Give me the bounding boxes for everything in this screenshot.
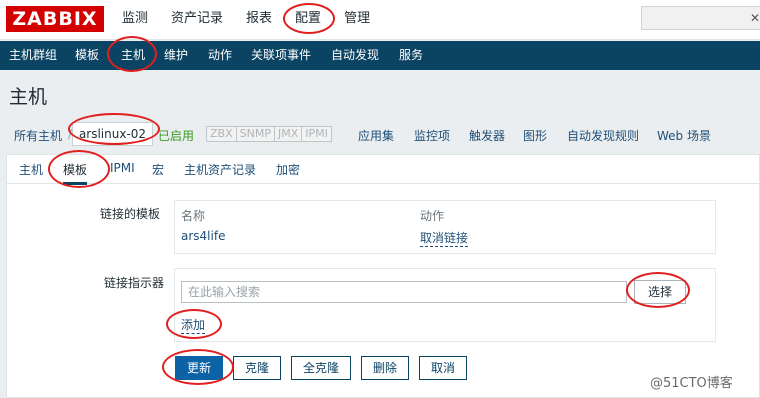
sub-nav-hosts[interactable]: 主机	[121, 41, 145, 70]
cancel-button[interactable]: 取消	[419, 356, 467, 380]
link-applications[interactable]: 应用集	[358, 127, 394, 144]
badge-ipmi: IPMI	[302, 127, 331, 141]
current-host-tab[interactable]: arslinux-02	[72, 122, 153, 146]
badge-jmx: JMX	[274, 127, 303, 141]
top-nav-administration[interactable]: 管理	[344, 0, 370, 40]
sub-nav: 主机群组 模板 主机 维护 动作 关联项事件 自动发现 服务	[0, 41, 760, 70]
host-nav: 所有主机 / arslinux-02 已启用 ZBX SNMP JMX IPMI…	[0, 121, 760, 147]
search-icon[interactable]: ✕	[750, 11, 760, 25]
linked-templates-label: 链接的模板	[100, 207, 161, 221]
delete-button[interactable]: 删除	[361, 356, 409, 380]
sub-nav-host-groups[interactable]: 主机群组	[9, 41, 57, 70]
top-nav-reports[interactable]: 报表	[246, 0, 272, 40]
top-nav-inventory[interactable]: 资产记录	[171, 0, 223, 40]
tab-inventory[interactable]: 主机资产记录	[184, 161, 256, 178]
unlink-button[interactable]: 取消链接	[420, 229, 469, 247]
top-nav: 监测 资产记录 报表 配置 管理	[122, 0, 393, 40]
badge-snmp: SNMP	[236, 127, 275, 141]
search-input[interactable]	[641, 6, 760, 30]
sub-nav-correlation[interactable]: 关联项事件	[251, 41, 311, 70]
sub-nav-discovery[interactable]: 自动发现	[331, 41, 379, 70]
full-clone-button[interactable]: 全克隆	[291, 356, 351, 380]
select-button[interactable]: 选择	[634, 280, 686, 304]
top-header: ZABBIX 监测 资产记录 报表 配置 管理 ✕	[0, 0, 760, 40]
tab-macros[interactable]: 宏	[152, 161, 164, 178]
tab-host[interactable]: 主机	[19, 161, 43, 178]
form-tabs: 主机 模板 IPMI 宏 主机资产记录 加密	[6, 154, 760, 185]
col-name-header: 名称	[181, 209, 206, 223]
template-link-name[interactable]: ars4life	[181, 229, 225, 243]
update-button[interactable]: 更新	[175, 356, 223, 380]
clone-button[interactable]: 克隆	[233, 356, 281, 380]
badge-zbx: ZBX	[207, 127, 237, 141]
link-indicator-label: 链接指示器	[104, 276, 165, 290]
link-graphs[interactable]: 图形	[523, 127, 547, 144]
zabbix-logo[interactable]: ZABBIX	[6, 6, 104, 32]
tab-encryption[interactable]: 加密	[276, 161, 300, 178]
all-hosts-link[interactable]: 所有主机	[14, 127, 62, 144]
availability-badges: ZBX SNMP JMX IPMI	[206, 126, 332, 142]
sub-nav-templates[interactable]: 模板	[75, 41, 99, 70]
sub-nav-maintenance[interactable]: 维护	[164, 41, 188, 70]
link-triggers[interactable]: 触发器	[469, 127, 505, 144]
sub-nav-services[interactable]: 服务	[399, 41, 423, 70]
page-title: 主机	[9, 86, 48, 108]
link-discovery-rules[interactable]: 自动发现规则	[567, 127, 639, 144]
col-action-header: 动作	[420, 209, 445, 223]
add-link[interactable]: 添加	[181, 316, 206, 334]
status-enabled[interactable]: 已启用	[158, 127, 194, 144]
link-web-scenarios[interactable]: Web 场景	[657, 127, 711, 144]
watermark: @51CTO博客	[650, 376, 733, 391]
top-nav-monitoring[interactable]: 监测	[122, 0, 148, 40]
template-search-input[interactable]: 在此输入搜索	[181, 281, 627, 303]
tab-ipmi[interactable]: IPMI	[110, 161, 135, 175]
top-nav-configuration[interactable]: 配置	[295, 0, 321, 40]
link-items[interactable]: 监控项	[414, 127, 450, 144]
sub-nav-actions[interactable]: 动作	[208, 41, 232, 70]
tab-templates[interactable]: 模板	[63, 161, 88, 185]
